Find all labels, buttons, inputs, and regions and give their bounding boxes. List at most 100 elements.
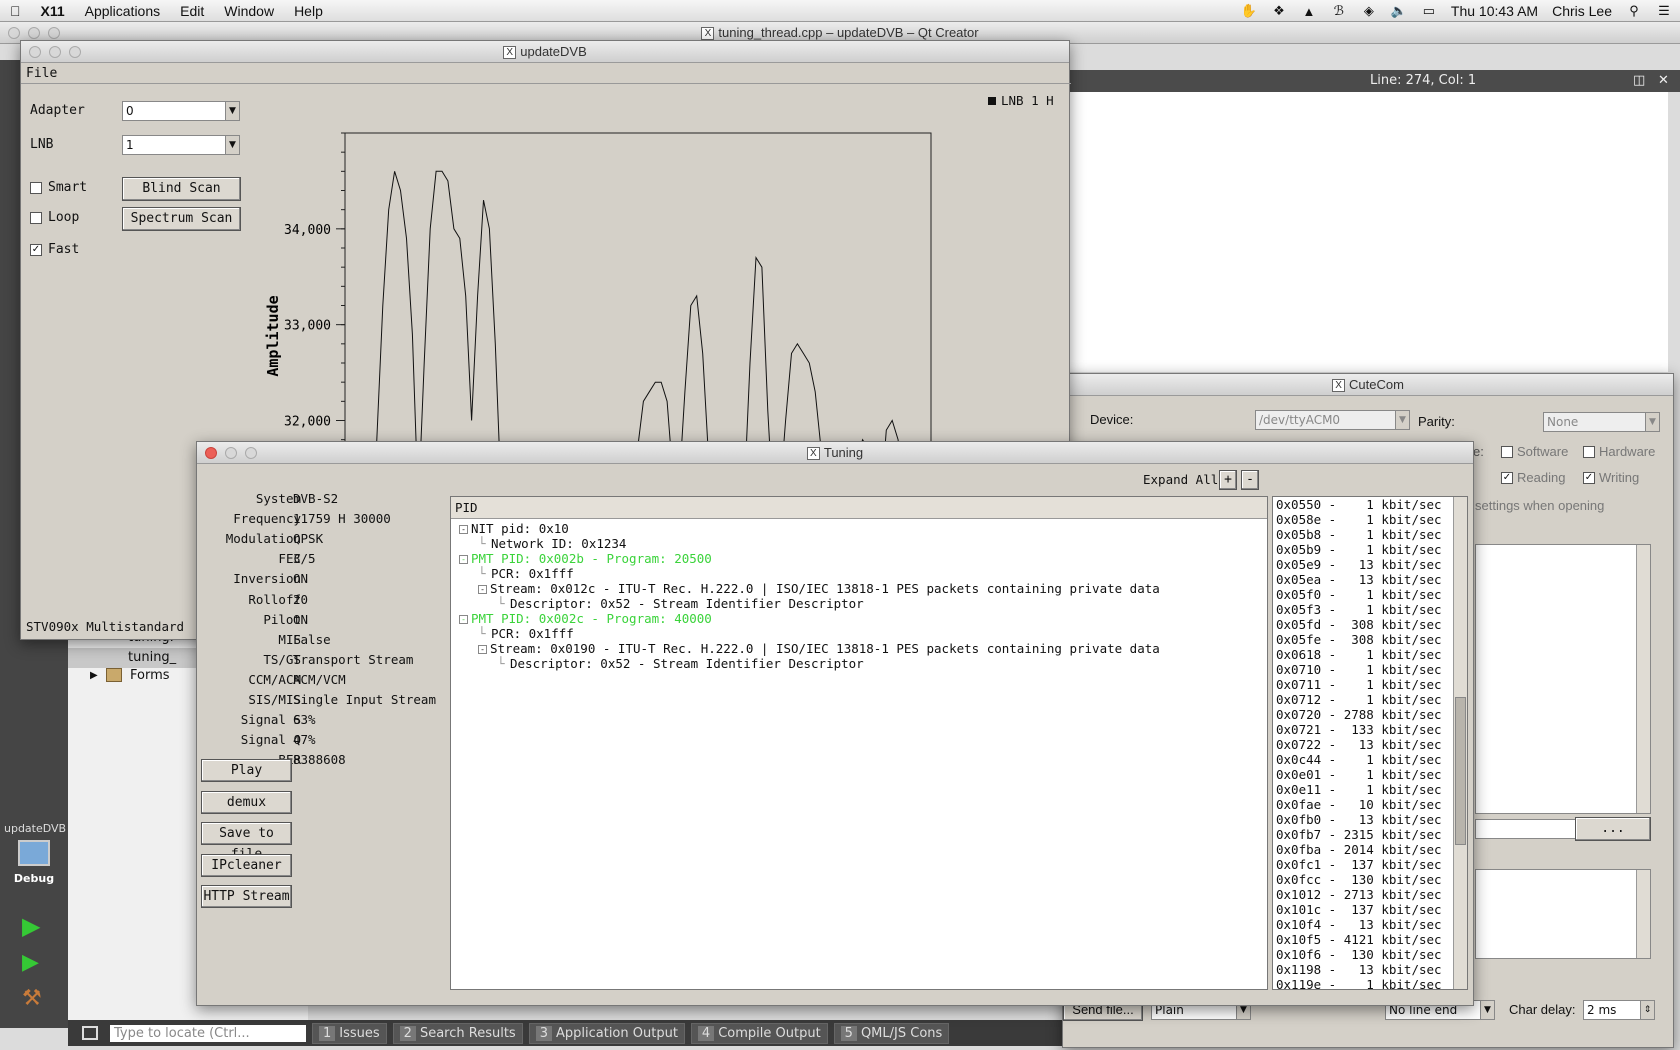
tab-application-output[interactable]: 3 Application Output bbox=[528, 1022, 685, 1044]
rate-row[interactable]: 0x05e9 - 13 kbit/sec bbox=[1273, 557, 1467, 572]
menu-window[interactable]: Window bbox=[214, 3, 284, 19]
rate-row[interactable]: 0x0618 - 1 kbit/sec bbox=[1273, 647, 1467, 662]
tree-node[interactable]: - PMT PID: 0x002c - Program: 40000 bbox=[459, 611, 712, 626]
collapse-icon[interactable]: - bbox=[459, 615, 468, 624]
rate-row[interactable]: 0x05fe - 308 kbit/sec bbox=[1273, 632, 1467, 647]
notification-list-icon[interactable]: ☰ bbox=[1656, 3, 1672, 19]
zoom-button[interactable] bbox=[245, 447, 257, 459]
clock[interactable]: Thu 10:43 AM bbox=[1451, 3, 1538, 19]
tree-node[interactable]: - Stream: 0x0190 - ITU-T Rec. H.222.0 | I… bbox=[478, 641, 1160, 656]
fast-checkbox[interactable]: ✓ bbox=[30, 244, 42, 256]
demux-button[interactable]: demux bbox=[201, 790, 292, 814]
tree-node[interactable]: └ PCR: 0x1fff bbox=[478, 626, 574, 641]
ipcleaner-button[interactable]: IPcleaner bbox=[201, 853, 292, 877]
tab-compile-output[interactable]: 4 Compile Output bbox=[690, 1022, 828, 1044]
tab-qml-console[interactable]: 5 QML/JS Cons bbox=[833, 1022, 950, 1044]
play-button[interactable]: Play bbox=[201, 759, 292, 782]
monitor-icon[interactable] bbox=[18, 840, 50, 866]
rate-row[interactable]: 0x0e01 - 1 kbit/sec bbox=[1273, 767, 1467, 782]
spectrum-scan-button[interactable]: Spectrum Scan bbox=[122, 207, 241, 231]
expand-arrow-icon[interactable]: ▶ bbox=[90, 670, 98, 681]
bluetooth-icon[interactable]: ℬ bbox=[1331, 3, 1347, 19]
pid-column-header[interactable]: PID bbox=[451, 497, 1267, 519]
tree-node[interactable]: - Stream: 0x012c - ITU-T Rec. H.222.0 | I… bbox=[478, 581, 1160, 596]
close-editor-icon[interactable]: ✕ bbox=[1658, 70, 1669, 92]
menu-help[interactable]: Help bbox=[284, 3, 333, 19]
hardware-flow-checkbox[interactable] bbox=[1583, 446, 1595, 458]
hand-icon[interactable]: ✋ bbox=[1241, 3, 1257, 19]
writing-checkbox[interactable]: ✓ bbox=[1583, 472, 1595, 484]
rate-row[interactable]: 0x0fc1 - 137 kbit/sec bbox=[1273, 857, 1467, 872]
close-button[interactable] bbox=[8, 27, 20, 39]
rate-row[interactable]: 0x05f3 - 1 kbit/sec bbox=[1273, 602, 1467, 617]
loop-checkbox[interactable] bbox=[30, 212, 42, 224]
lnb-combo[interactable]: 1 ▼ bbox=[122, 135, 240, 155]
char-delay-spinbox[interactable]: 2 ms ⇕ bbox=[1583, 1000, 1655, 1020]
rate-row[interactable]: 0x0e11 - 1 kbit/sec bbox=[1273, 782, 1467, 797]
parity-combo[interactable]: None ▼ bbox=[1543, 412, 1660, 432]
adapter-combo[interactable]: 0 ▼ bbox=[122, 101, 240, 121]
tree-node[interactable]: └ PCR: 0x1fff bbox=[478, 566, 574, 581]
rate-row[interactable]: 0x05b8 - 1 kbit/sec bbox=[1273, 527, 1467, 542]
reading-checkbox[interactable]: ✓ bbox=[1501, 472, 1513, 484]
rate-row[interactable]: 0x0711 - 1 kbit/sec bbox=[1273, 677, 1467, 692]
volume-icon[interactable]: 🔈 bbox=[1391, 3, 1407, 19]
rate-row[interactable]: 0x0722 - 13 kbit/sec bbox=[1273, 737, 1467, 752]
zoom-button[interactable] bbox=[48, 27, 60, 39]
close-button[interactable] bbox=[29, 46, 41, 58]
cursor-position[interactable]: Line: 274, Col: 1 bbox=[1370, 70, 1476, 92]
rate-row[interactable]: 0x0550 - 1 kbit/sec bbox=[1273, 497, 1467, 512]
rate-row[interactable]: 0x0fb7 - 2315 kbit/sec bbox=[1273, 827, 1467, 842]
smart-checkbox[interactable] bbox=[30, 182, 42, 194]
code-editor[interactable] bbox=[1068, 92, 1668, 372]
menu-file[interactable]: File bbox=[26, 66, 57, 81]
device-combo[interactable]: /dev/ttyACM0 ▼ bbox=[1255, 410, 1410, 430]
apple-icon[interactable]:  bbox=[0, 3, 31, 19]
tab-search-results[interactable]: 2 Search Results bbox=[392, 1022, 523, 1044]
pid-tree[interactable]: PID - NIT pid: 0x10 └ Network ID: 0x1234 - PM… bbox=[450, 496, 1268, 990]
browse-button[interactable]: ... bbox=[1575, 817, 1651, 841]
collapse-icon[interactable]: - bbox=[478, 585, 487, 594]
rate-row[interactable]: 0x10f4 - 13 kbit/sec bbox=[1273, 917, 1467, 932]
rate-row[interactable]: 0x119e - 1 kbit/sec bbox=[1273, 977, 1467, 989]
expand-all-button[interactable]: + bbox=[1219, 470, 1237, 490]
tree-node[interactable]: - NIT pid: 0x10 bbox=[459, 521, 569, 536]
log-scrollbar[interactable] bbox=[1636, 870, 1650, 958]
user-name[interactable]: Chris Lee bbox=[1552, 3, 1612, 19]
build-target[interactable]: updateDVB bbox=[4, 822, 66, 835]
menu-applications[interactable]: Applications bbox=[75, 3, 171, 19]
spotlight-search-icon[interactable]: ⚲ bbox=[1626, 3, 1642, 19]
blind-scan-button[interactable]: Blind Scan bbox=[122, 177, 241, 201]
rate-row[interactable]: 0x1198 - 13 kbit/sec bbox=[1273, 962, 1467, 977]
tree-node[interactable]: └ Network ID: 0x1234 bbox=[478, 536, 626, 551]
rate-row[interactable]: 0x05fd - 308 kbit/sec bbox=[1273, 617, 1467, 632]
drive-icon[interactable]: ▲ bbox=[1301, 4, 1317, 19]
pid-rate-list[interactable]: 0x0550 - 1 kbit/sec 0x058e - 1 kbit/sec 0x… bbox=[1272, 496, 1468, 990]
close-button[interactable] bbox=[205, 447, 217, 459]
tree-node[interactable]: └ Descriptor: 0x52 - Stream Identifier De… bbox=[497, 596, 864, 611]
rate-row[interactable]: 0x0c44 - 1 kbit/sec bbox=[1273, 752, 1467, 767]
rate-row[interactable]: 0x0fba - 2014 kbit/sec bbox=[1273, 842, 1467, 857]
rate-row[interactable]: 0x0fb0 - 13 kbit/sec bbox=[1273, 812, 1467, 827]
battery-icon[interactable]: ▭ bbox=[1421, 3, 1437, 19]
rate-row[interactable]: 0x0720 - 2788 kbit/sec bbox=[1273, 707, 1467, 722]
rate-row[interactable]: 0x0712 - 1 kbit/sec bbox=[1273, 692, 1467, 707]
wifi-icon[interactable]: ◈ bbox=[1361, 3, 1377, 19]
forms-folder-label[interactable]: Forms bbox=[130, 668, 170, 683]
output-area[interactable] bbox=[1475, 544, 1651, 814]
collapse-icon[interactable]: - bbox=[459, 525, 468, 534]
save-to-file-button[interactable]: Save to file bbox=[201, 822, 292, 862]
rate-row[interactable]: 0x05b9 - 1 kbit/sec bbox=[1273, 542, 1467, 557]
rate-row[interactable]: 0x1012 - 2713 kbit/sec bbox=[1273, 887, 1467, 902]
rate-list-scrollbar[interactable] bbox=[1453, 497, 1467, 989]
rate-row[interactable]: 0x0721 - 133 kbit/sec bbox=[1273, 722, 1467, 737]
toggle-sidebar-icon[interactable] bbox=[82, 1026, 98, 1040]
menu-x11[interactable]: X11 bbox=[31, 3, 75, 19]
output-scrollbar[interactable] bbox=[1636, 545, 1650, 813]
rate-row[interactable]: 0x10f6 - 130 kbit/sec bbox=[1273, 947, 1467, 962]
software-flow-checkbox[interactable] bbox=[1501, 446, 1513, 458]
menu-edit[interactable]: Edit bbox=[170, 3, 214, 19]
rate-row[interactable]: 0x0fcc - 130 kbit/sec bbox=[1273, 872, 1467, 887]
rate-row[interactable]: 0x05ea - 13 kbit/sec bbox=[1273, 572, 1467, 587]
http-stream-button[interactable]: HTTP Stream bbox=[201, 885, 292, 909]
